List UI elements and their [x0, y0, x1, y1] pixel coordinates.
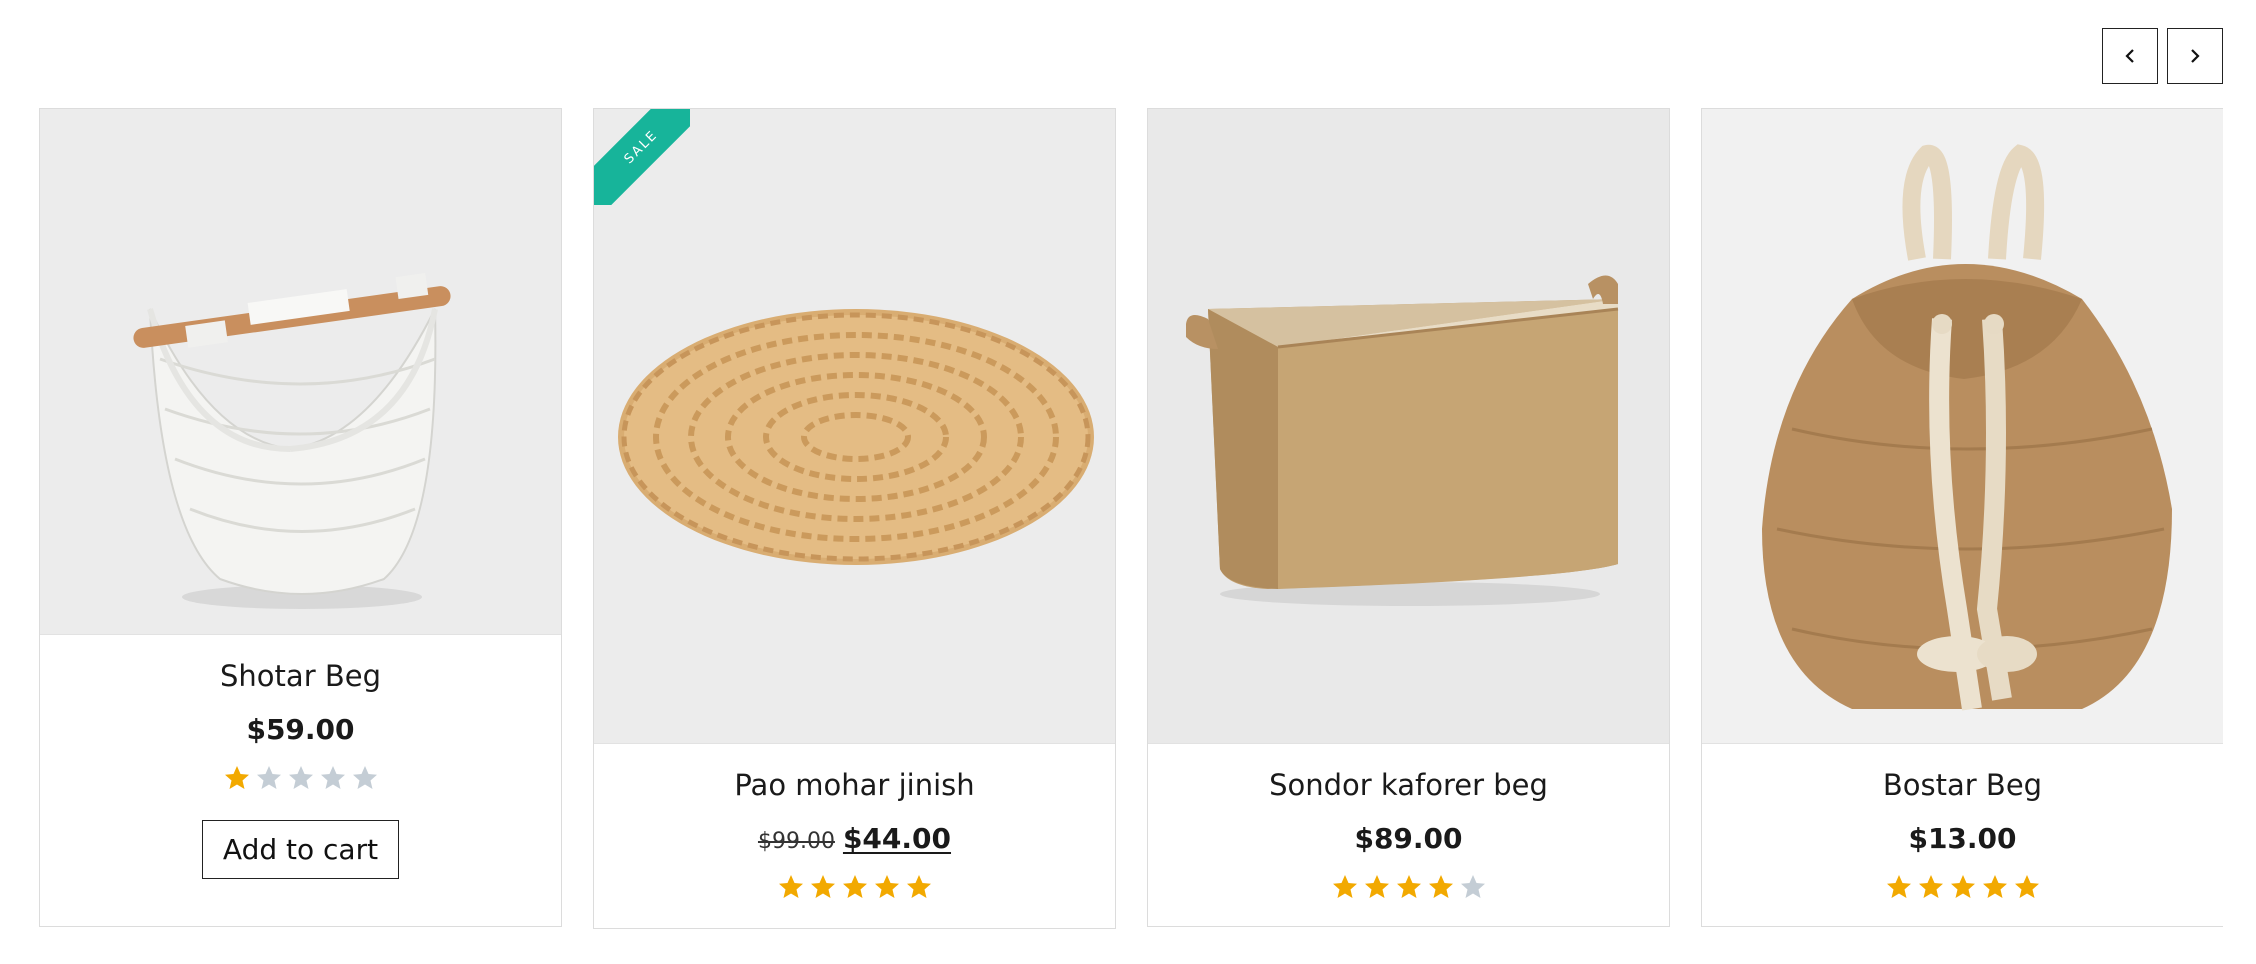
star-filled-icon	[1396, 875, 1421, 898]
star-filled-icon	[842, 875, 867, 898]
sale-label: SALE	[621, 127, 661, 167]
basket-image	[40, 109, 561, 634]
backpack-image	[1702, 109, 2223, 743]
star-filled-icon	[874, 875, 899, 898]
star-filled-icon	[2014, 875, 2039, 898]
product-info: Sondor kaforer beg $89.00	[1148, 743, 1669, 901]
product-image[interactable]	[40, 109, 561, 634]
product-card[interactable]: SALE Pao mohar jinish $99.00 $44.00	[593, 108, 1116, 929]
product-title[interactable]: Bostar Beg	[1702, 768, 2223, 802]
chevron-left-icon	[2125, 49, 2134, 63]
product-price: $99.00 $44.00	[594, 822, 1115, 855]
carousel-prev-button[interactable]	[2102, 28, 2158, 84]
product-image[interactable]: SALE	[594, 109, 1115, 743]
star-filled-icon	[1950, 875, 1975, 898]
old-price: $99.00	[757, 829, 835, 854]
star-empty-icon	[1460, 875, 1485, 898]
price-value: $89.00	[1354, 822, 1463, 855]
star-empty-icon	[320, 766, 345, 789]
product-card[interactable]: Sondor kaforer beg $89.00	[1147, 108, 1670, 927]
rating-stars	[594, 873, 1115, 901]
product-image[interactable]	[1702, 109, 2223, 743]
sale-price: $44.00	[842, 822, 952, 855]
product-image[interactable]	[1148, 109, 1669, 743]
rating-stars	[40, 764, 561, 792]
star-filled-icon	[1332, 875, 1357, 898]
sale-badge: SALE	[594, 109, 690, 205]
product-info: Bostar Beg $13.00	[1702, 743, 2223, 901]
price-value: $59.00	[246, 713, 355, 746]
product-price: $59.00	[40, 713, 561, 746]
chevron-right-icon	[2191, 49, 2200, 63]
rating-stars	[1148, 873, 1669, 901]
star-filled-icon	[1886, 875, 1911, 898]
product-info: Pao mohar jinish $99.00 $44.00	[594, 743, 1115, 901]
star-filled-icon	[1428, 875, 1453, 898]
star-empty-icon	[352, 766, 377, 789]
product-price: $89.00	[1148, 822, 1669, 855]
rating-stars	[1702, 873, 2223, 901]
star-empty-icon	[288, 766, 313, 789]
price-value: $13.00	[1908, 822, 2017, 855]
product-info: Shotar Beg $59.00 Add to cart	[40, 634, 561, 879]
carousel-next-button[interactable]	[2167, 28, 2223, 84]
product-title[interactable]: Sondor kaforer beg	[1148, 768, 1669, 802]
storage-bin-image	[1148, 109, 1669, 743]
product-title[interactable]: Shotar Beg	[40, 659, 561, 693]
star-filled-icon	[224, 766, 249, 789]
star-filled-icon	[810, 875, 835, 898]
add-to-cart-button[interactable]: Add to cart	[201, 820, 400, 879]
star-filled-icon	[1982, 875, 2007, 898]
star-empty-icon	[256, 766, 281, 789]
star-filled-icon	[778, 875, 803, 898]
star-filled-icon	[906, 875, 931, 898]
product-card[interactable]: Shotar Beg $59.00 Add to cart	[39, 108, 562, 927]
star-filled-icon	[1918, 875, 1943, 898]
product-title[interactable]: Pao mohar jinish	[594, 768, 1115, 802]
star-filled-icon	[1364, 875, 1389, 898]
product-card[interactable]: Bostar Beg $13.00	[1701, 108, 2223, 927]
product-price: $13.00	[1702, 822, 2223, 855]
